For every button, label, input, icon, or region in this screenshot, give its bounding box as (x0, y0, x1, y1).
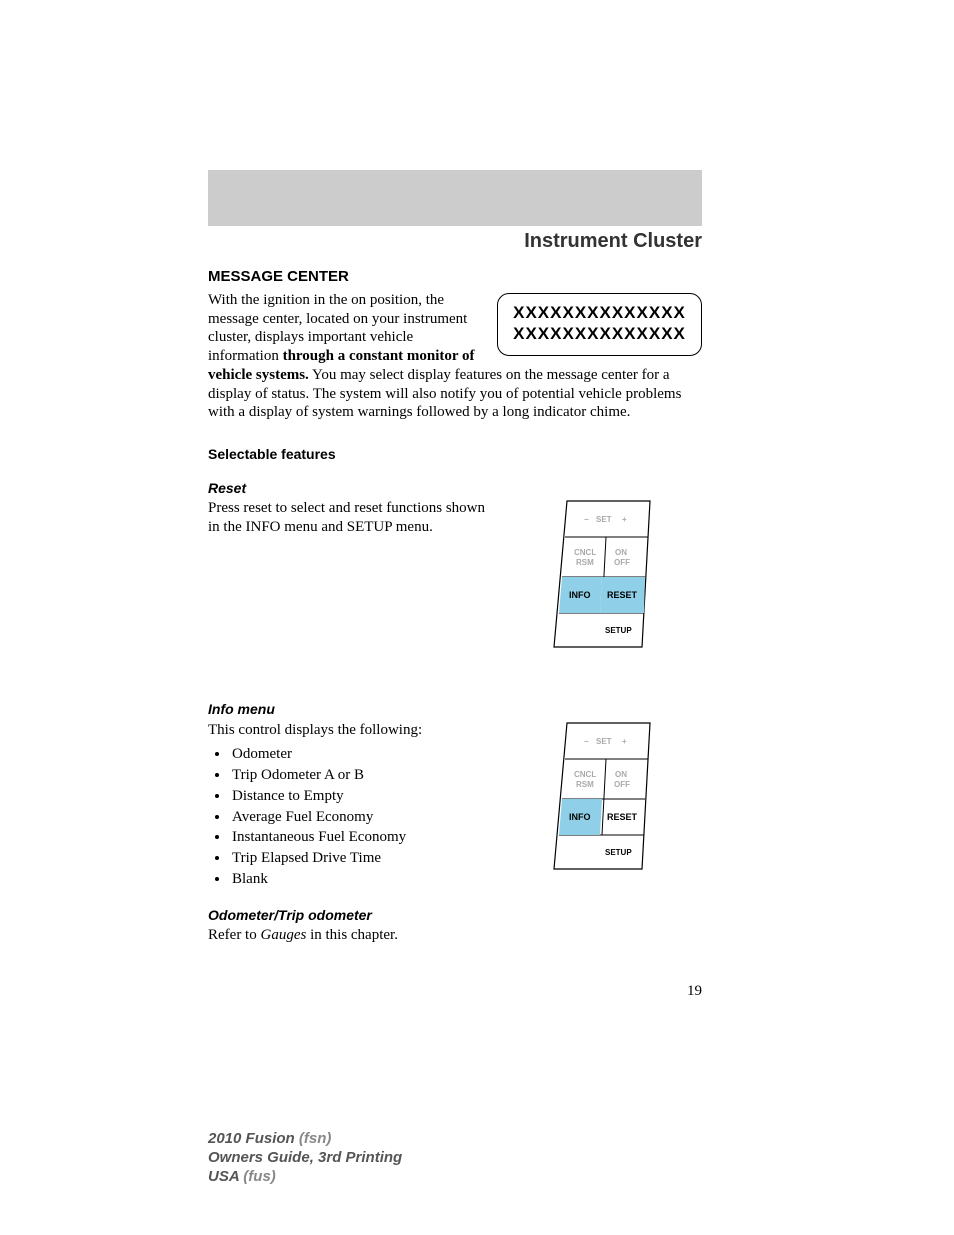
footer-region-code: (fus) (243, 1168, 276, 1185)
footer-region: USA (208, 1168, 239, 1185)
svg-text:+: + (622, 515, 627, 524)
footer-model-code: (fsn) (299, 1130, 332, 1147)
svg-text:CNCL: CNCL (574, 548, 596, 557)
footer-guide: Owners Guide, 3rd Printing (208, 1149, 402, 1168)
message-center-heading: MESSAGE CENTER (208, 268, 702, 287)
svg-text:ON: ON (615, 548, 627, 557)
info-button-diagram: − SET + CNCL RSM ON OFF INFO RESET SETUP (552, 721, 662, 871)
svg-text:SET: SET (596, 515, 612, 524)
display-line-2: XXXXXXXXXXXXXX (498, 323, 701, 344)
odometer-paragraph: Refer to Gauges in this chapter. (208, 926, 702, 945)
svg-text:INFO: INFO (569, 590, 591, 600)
svg-text:−: − (584, 515, 589, 524)
svg-text:SET: SET (596, 737, 612, 746)
svg-text:OFF: OFF (614, 558, 630, 567)
svg-text:CNCL: CNCL (574, 770, 596, 779)
svg-text:+: + (622, 737, 627, 746)
list-item: Blank (230, 870, 702, 889)
svg-text:INFO: INFO (569, 812, 591, 822)
button-panel-svg: − SET + CNCL RSM ON OFF INFO RESET SETUP (552, 499, 662, 649)
button-panel-svg-2: − SET + CNCL RSM ON OFF INFO RESET SETUP (552, 721, 662, 871)
odo-text-italic: Gauges (260, 927, 306, 943)
footer: 2010 Fusion (fsn) Owners Guide, 3rd Prin… (208, 1130, 402, 1186)
odometer-heading: Odometer/Trip odometer (208, 907, 702, 925)
svg-text:RSM: RSM (576, 558, 594, 567)
message-center-display: XXXXXXXXXXXXXX XXXXXXXXXXXXXX (497, 293, 702, 356)
reset-paragraph: Press reset to select and reset function… (208, 499, 488, 537)
odo-text-b: in this chapter. (306, 927, 398, 943)
page-number: 19 (687, 983, 702, 1000)
svg-text:SETUP: SETUP (605, 848, 632, 857)
content-area: MESSAGE CENTER XXXXXXXXXXXXXX XXXXXXXXXX… (208, 268, 702, 951)
odo-text-a: Refer to (208, 927, 260, 943)
header-gray-bar (208, 170, 702, 226)
svg-text:RESET: RESET (607, 812, 638, 822)
footer-model: 2010 Fusion (208, 1130, 295, 1147)
svg-text:OFF: OFF (614, 780, 630, 789)
svg-text:−: − (584, 737, 589, 746)
svg-text:ON: ON (615, 770, 627, 779)
svg-text:SETUP: SETUP (605, 626, 632, 635)
section-title: Instrument Cluster (208, 230, 702, 253)
selectable-features-heading: Selectable features (208, 446, 702, 464)
page: Instrument Cluster MESSAGE CENTER XXXXXX… (0, 0, 954, 1235)
svg-text:RESET: RESET (607, 590, 638, 600)
reset-button-diagram: − SET + CNCL RSM ON OFF INFO RESET SETUP (552, 499, 662, 649)
reset-heading: Reset (208, 480, 702, 498)
svg-text:RSM: RSM (576, 780, 594, 789)
info-menu-heading: Info menu (208, 701, 702, 719)
display-line-1: XXXXXXXXXXXXXX (498, 302, 701, 323)
